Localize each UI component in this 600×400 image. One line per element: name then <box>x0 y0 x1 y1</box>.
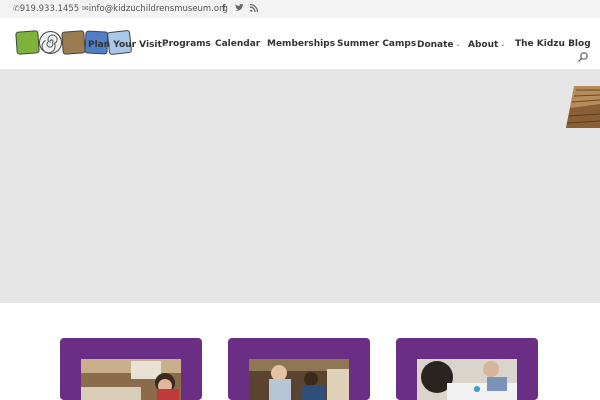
logo-spiral-tile <box>39 31 62 54</box>
logo-green-tile <box>15 30 40 55</box>
nav-summer-camps[interactable]: Summer Camps <box>337 39 416 50</box>
phone-number: 919.933.1455 <box>19 4 80 14</box>
mail-icon: ✉ <box>82 4 89 13</box>
phone-icon: ✆ <box>13 4 20 13</box>
nav-label: Plan Your Visit <box>88 40 162 50</box>
nav-calendar[interactable]: Calendar <box>215 39 260 50</box>
nav-label: Donate <box>417 40 454 50</box>
card-photo <box>249 359 349 400</box>
nav-label: Programs <box>162 39 211 49</box>
nav-programs[interactable]: Programs <box>162 39 211 50</box>
twitter-icon[interactable] <box>235 4 244 15</box>
email-link[interactable]: ✉info@kidzuchildrensmuseum.org <box>82 4 228 14</box>
nav-label: About <box>468 40 499 50</box>
nav-label: Calendar <box>215 39 261 49</box>
hero-building-image <box>566 86 600 128</box>
site-header: Plan Your Visit ⌄ Programs Calendar Membe… <box>0 18 600 70</box>
top-bar: ✆919.933.1455 ✉info@kidzuchildrensmuseum… <box>0 0 600 18</box>
nav-about[interactable]: About ⌄ <box>468 39 505 51</box>
email-address: info@kidzuchildrensmuseum.org <box>88 4 228 14</box>
nav-memberships[interactable]: Memberships <box>267 39 335 50</box>
facebook-icon[interactable]: f <box>222 4 226 14</box>
nav-plan-your-visit[interactable]: Plan Your Visit ⌄ <box>88 39 169 51</box>
card-photo <box>81 359 181 400</box>
feature-card[interactable] <box>396 338 538 400</box>
phone-link[interactable]: ✆919.933.1455 <box>13 4 79 14</box>
chevron-down-icon: ⌄ <box>500 41 506 48</box>
nav-label: Summer Camps <box>337 39 417 49</box>
card-photo <box>417 359 517 400</box>
feature-card[interactable] <box>228 338 370 400</box>
rss-icon[interactable] <box>249 3 259 15</box>
nav-label: Memberships <box>267 39 336 49</box>
search-icon[interactable] <box>577 48 589 62</box>
logo-wood-tile <box>61 30 86 55</box>
hero-banner <box>0 70 600 303</box>
feature-card[interactable] <box>60 338 202 400</box>
chevron-down-icon: ⌄ <box>455 41 461 48</box>
nav-donate[interactable]: Donate ⌄ <box>417 39 461 51</box>
